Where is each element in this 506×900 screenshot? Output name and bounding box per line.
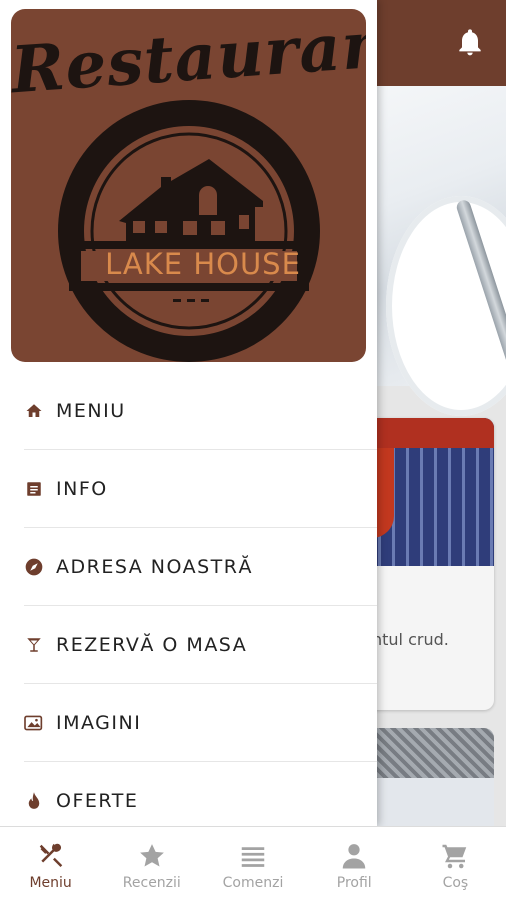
drawer-item-label: IMAGINI: [56, 712, 142, 734]
cocktail-icon: [24, 635, 44, 655]
tab-profil[interactable]: Profil: [304, 827, 405, 900]
tab-label: Profil: [336, 875, 372, 891]
drawer-item-label: REZERVĂ O MASA: [56, 634, 248, 656]
navigation-drawer: Restaurant LAKE HOUSE MENIU INFO ADRESA …: [0, 0, 377, 826]
bell-icon[interactable]: [454, 24, 486, 60]
list-icon: [238, 841, 268, 871]
info-icon: [24, 479, 44, 499]
tab-cos[interactable]: Coş: [405, 827, 506, 900]
restaurant-logo: Restaurant LAKE HOUSE: [11, 9, 366, 362]
images-icon: [24, 713, 44, 733]
dish-image: [372, 418, 494, 566]
logo-subtitle: LAKE HOUSE: [105, 247, 301, 281]
tab-label: Comenzi: [222, 875, 284, 891]
drawer-item-meniu[interactable]: MENIU: [0, 372, 377, 450]
dish-image: [372, 728, 494, 778]
drawer-item-images[interactable]: IMAGINI: [0, 684, 377, 762]
fork-spoon-icon: [36, 841, 66, 871]
bottom-navigation: Meniu Recenzii Comenzi Profil Coş: [0, 826, 506, 900]
drawer-item-label: OFERTE: [56, 790, 139, 812]
home-icon: [24, 401, 44, 421]
dish-card[interactable]: [372, 728, 494, 826]
drawer-item-label: INFO: [56, 478, 108, 500]
tab-recenzii[interactable]: Recenzii: [101, 827, 202, 900]
tab-comenzi[interactable]: Comenzi: [202, 827, 303, 900]
drawer-menu: MENIU INFO ADRESA NOASTRĂ REZERVĂ O MASA…: [0, 372, 377, 840]
drawer-item-reservation[interactable]: REZERVĂ O MASA: [0, 606, 377, 684]
star-icon: [137, 841, 167, 871]
user-icon: [339, 841, 369, 871]
cart-icon: [440, 841, 470, 871]
drawer-item-info[interactable]: INFO: [0, 450, 377, 528]
dish-card[interactable]: ntul crud.: [372, 418, 494, 710]
dish-description: ntul crud.: [372, 630, 449, 649]
flame-icon: [24, 791, 44, 811]
tab-label: Coş: [442, 875, 469, 891]
drawer-item-label: ADRESA NOASTRĂ: [56, 556, 253, 578]
drawer-item-label: MENIU: [56, 400, 126, 422]
hero-image: [376, 86, 506, 416]
tab-meniu[interactable]: Meniu: [0, 827, 101, 900]
drawer-item-address[interactable]: ADRESA NOASTRĂ: [0, 528, 377, 606]
tab-label: Meniu: [29, 875, 72, 891]
compass-icon: [24, 557, 44, 577]
tab-label: Recenzii: [122, 875, 181, 891]
